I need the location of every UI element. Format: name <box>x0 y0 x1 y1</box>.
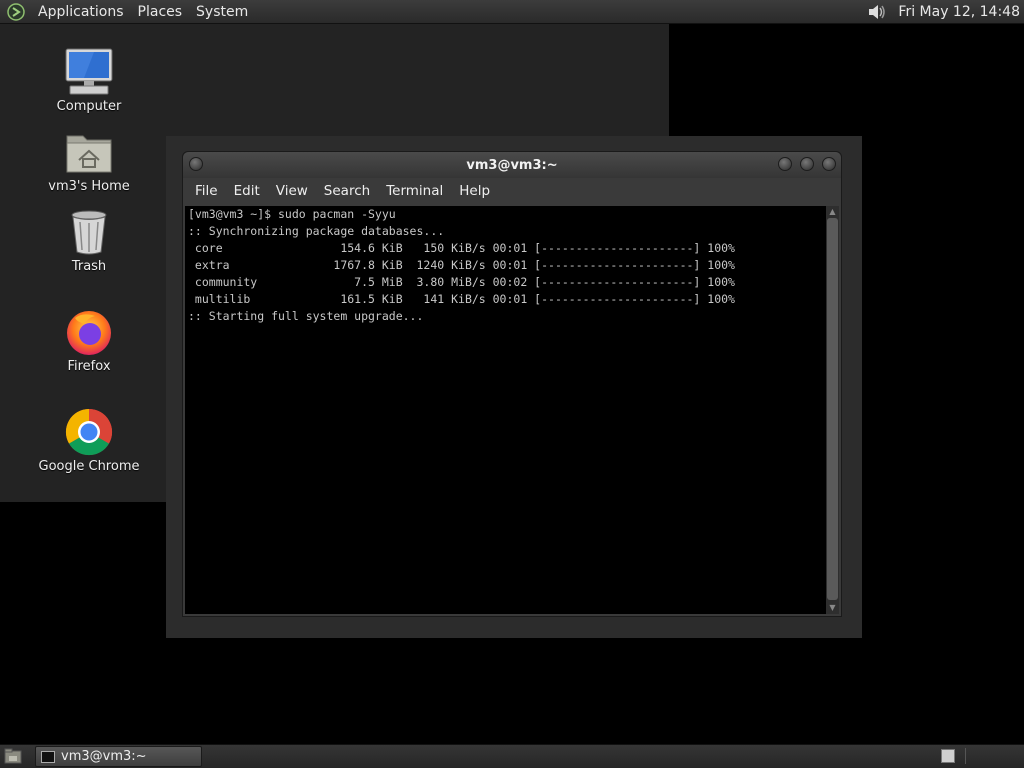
terminal-window[interactable]: vm3@vm3:~ File Edit View Search Terminal… <box>182 151 842 617</box>
terminal-line: core 154.6 KiB 150 KiB/s 00:01 [--------… <box>188 241 735 255</box>
desktop-icon-label: Computer <box>56 99 122 114</box>
chrome-icon <box>65 408 113 456</box>
close-button[interactable] <box>822 157 836 171</box>
scroll-down-arrow-icon[interactable]: ▼ <box>827 603 838 613</box>
terminal-line: :: Starting full system upgrade... <box>188 309 424 323</box>
desktop-icon-home[interactable]: vm3's Home <box>29 126 149 194</box>
desktop-icon-computer[interactable]: Computer <box>29 46 149 114</box>
panel-divider <box>965 748 966 764</box>
desktop-icon-label: Firefox <box>67 359 111 374</box>
desktop-icon-firefox[interactable]: Firefox <box>29 306 149 374</box>
terminal-line: [vm3@vm3 ~]$ sudo pacman -Syyu <box>188 207 396 221</box>
terminal-line: extra 1767.8 KiB 1240 KiB/s 00:01 [-----… <box>188 258 735 272</box>
maximize-button[interactable] <box>800 157 814 171</box>
taskbar-item-terminal[interactable]: vm3@vm3:~ <box>35 746 202 767</box>
show-desktop-icon[interactable] <box>4 748 22 764</box>
scroll-up-arrow-icon[interactable]: ▲ <box>827 207 838 217</box>
menu-edit[interactable]: Edit <box>226 183 268 199</box>
menu-system[interactable]: System <box>189 0 255 24</box>
scrollbar-thumb[interactable] <box>827 218 838 600</box>
clock[interactable]: Fri May 12, 14:48 <box>888 4 1024 20</box>
terminal-icon <box>41 750 55 763</box>
menu-applications[interactable]: Applications <box>31 0 131 24</box>
menu-search[interactable]: Search <box>316 183 378 199</box>
distro-logo-icon[interactable] <box>7 2 25 21</box>
window-title: vm3@vm3:~ <box>466 157 558 173</box>
bottom-panel: vm3@vm3:~ <box>0 744 1024 768</box>
menu-help[interactable]: Help <box>451 183 498 199</box>
volume-icon[interactable] <box>866 1 888 23</box>
terminal-scrollbar[interactable]: ▲ ▼ <box>826 206 839 614</box>
minimize-button[interactable] <box>778 157 792 171</box>
panel-tray: Fri May 12, 14:48 <box>866 0 1024 24</box>
menu-terminal[interactable]: Terminal <box>378 183 451 199</box>
terminal-line: community 7.5 MiB 3.80 MiB/s 00:02 [----… <box>188 275 735 289</box>
workspace-switcher[interactable] <box>941 749 955 763</box>
desktop-icon-label: vm3's Home <box>48 179 130 194</box>
computer-icon <box>65 48 113 95</box>
desktop-icon-label: Google Chrome <box>38 459 140 474</box>
menu-places[interactable]: Places <box>131 0 190 24</box>
desktop-icon-chrome[interactable]: Google Chrome <box>29 406 149 474</box>
trash-icon <box>71 210 107 255</box>
window-menu-button[interactable] <box>189 157 203 171</box>
menu-file[interactable]: File <box>187 183 226 199</box>
home-folder-icon <box>66 135 112 173</box>
terminal-line: multilib 161.5 KiB 141 KiB/s 00:01 [----… <box>188 292 735 306</box>
taskbar-item-label: vm3@vm3:~ <box>61 749 147 764</box>
window-titlebar[interactable]: vm3@vm3:~ <box>183 152 841 178</box>
terminal-menubar: File Edit View Search Terminal Help <box>183 178 841 204</box>
terminal-output[interactable]: [vm3@vm3 ~]$ sudo pacman -Syyu :: Synchr… <box>185 206 826 614</box>
desktop-icon-label: Trash <box>71 259 107 274</box>
terminal-line: :: Synchronizing package databases... <box>188 224 445 238</box>
top-panel: Applications Places System Fri May 12, 1… <box>0 0 1024 24</box>
firefox-icon <box>67 311 111 355</box>
main-menu: Applications Places System <box>0 0 255 24</box>
menu-view[interactable]: View <box>268 183 316 199</box>
desktop-icon-trash[interactable]: Trash <box>29 206 149 274</box>
